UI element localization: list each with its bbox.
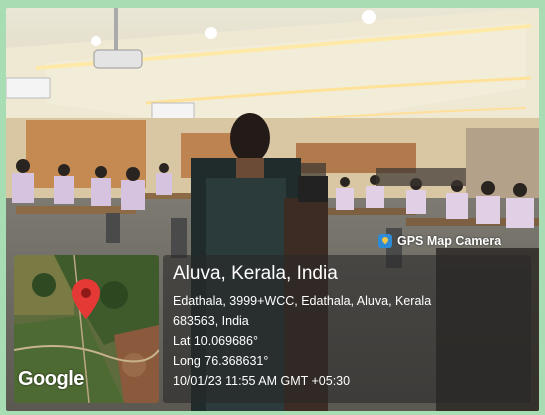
place-name: Aluva, Kerala, India [173,263,338,284]
map-thumbnail: Google [14,255,159,403]
location-info-panel: Aluva, Kerala, India Edathala, 3999+WCC,… [163,255,531,403]
latitude: Lat 10.069686° [173,334,258,348]
gps-map-camera-watermark: GPS Map Camera [378,234,501,248]
address-line-2: 683563, India [173,314,249,328]
timestamp: 10/01/23 11:55 AM GMT +05:30 [173,374,351,388]
location-pin-icon [72,279,100,319]
watermark-label: GPS Map Camera [397,234,502,248]
google-logo: Google [18,368,84,390]
address-line-1: Edathala, 3999+WCC, Edathala, Aluva, Ker… [173,294,432,308]
gps-map-camera-icon [378,234,392,248]
location-overlay: Google Aluva, Kerala, India Edathala, 39… [14,255,531,405]
longitude: Long 76.368631° [173,354,269,368]
